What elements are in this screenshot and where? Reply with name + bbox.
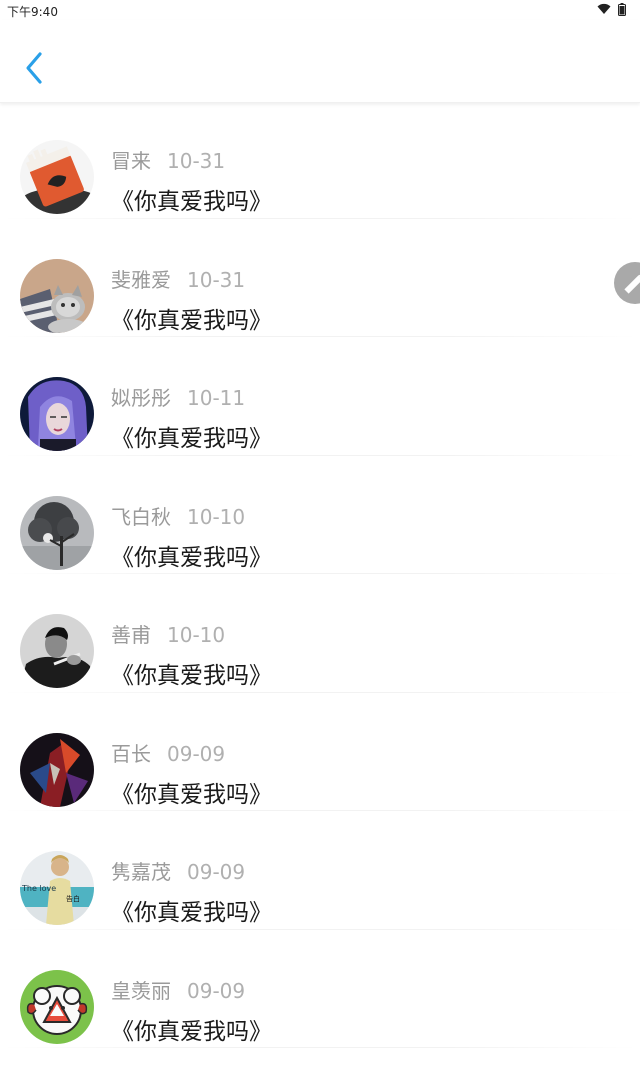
wifi-icon [597,3,611,15]
item-meta: 善甫 10-10 [111,619,225,648]
item-message: 《你真爱我吗》 [111,426,272,452]
avatar-image [20,614,94,688]
avatar-caption: The love [21,884,56,893]
status-time: 下午9:40 [7,5,58,19]
item-message: 《你真爱我吗》 [111,781,272,808]
item-message: 《你真爱我吗》 [111,663,272,689]
list-item[interactable]: 百长 09-09 《你真爱我吗》 [0,693,640,811]
list-item[interactable]: 冒来 10-31 《你真爱我吗》 [0,100,640,219]
avatar-caption: 告白 [66,894,80,903]
avatar-image: The love 告白 [20,851,94,925]
user-name[interactable]: 飞白秋 [111,505,171,529]
list-item[interactable]: The love 告白 隽嘉茂 09-09 《你真爱我吗》 [0,811,640,930]
item-date: 09-09 [187,978,246,1003]
item-meta: 隽嘉茂 09-09 [111,856,245,885]
item-date: 10-31 [167,149,226,173]
compose-button[interactable] [614,262,640,304]
avatar[interactable] [20,495,94,570]
item-date: 10-10 [167,623,226,647]
item-meta: 飞白秋 10-10 [111,501,245,530]
item-date: 10-11 [187,386,246,410]
battery-icon [618,3,626,16]
avatar[interactable] [20,969,94,1044]
item-message: 《你真爱我吗》 [111,900,272,926]
avatar-image [20,140,94,214]
pencil-icon [624,273,640,294]
avatar-image [20,377,94,451]
list-item[interactable]: 飞白秋 10-10 《你真爱我吗》 [0,456,640,574]
avatar[interactable] [20,258,94,333]
avatar-image [20,258,94,333]
item-message: 《你真爱我吗》 [111,544,272,571]
item-date: 10-31 [187,267,246,292]
item-meta: 皇羡丽 09-09 [111,975,245,1004]
user-name[interactable]: 斐雅爱 [111,268,171,292]
item-meta: 百长 09-09 [111,738,225,767]
item-meta: 姒彤彤 10-11 [111,382,245,411]
user-name[interactable]: 善甫 [111,623,151,647]
user-name[interactable]: 姒彤彤 [111,386,171,410]
avatar[interactable] [20,377,94,451]
chevron-left-icon [26,52,42,84]
list-item[interactable]: 善甫 10-10 《你真爱我吗》 [0,574,640,693]
avatar[interactable] [20,732,94,807]
list-item[interactable]: 斐雅爱 10-31 《你真爱我吗》 [0,219,640,337]
user-name[interactable]: 百长 [111,742,151,766]
user-name[interactable]: 冒来 [111,149,151,173]
item-meta: 斐雅爱 10-31 [111,264,245,293]
status-icons [597,3,626,17]
message-list: 冒来 10-31 《你真爱我吗》 斐雅爱 10-31 《你真爱我吗》 姒彤彤 1… [0,100,640,1048]
item-message: 《你真爱我吗》 [111,189,272,215]
avatar-image [20,969,94,1044]
avatar[interactable]: The love 告白 [20,851,94,925]
item-date: 09-09 [167,741,226,766]
avatar-image [20,495,94,570]
item-message: 《你真爱我吗》 [111,307,272,334]
divider [0,1047,640,1048]
item-message: 《你真爱我吗》 [111,1018,272,1045]
list-item[interactable]: 姒彤彤 10-11 《你真爱我吗》 [0,337,640,456]
user-name[interactable]: 皇羡丽 [111,979,171,1003]
user-name[interactable]: 隽嘉茂 [111,860,171,884]
item-meta: 冒来 10-31 [111,145,225,174]
avatar[interactable] [20,140,94,214]
avatar-image [20,732,94,807]
top-bar [0,20,640,103]
item-date: 09-09 [187,860,246,884]
list-item[interactable]: 皇羡丽 09-09 《你真爱我吗》 [0,930,640,1048]
status-bar: 下午9:40 [0,0,640,20]
avatar[interactable] [20,614,94,688]
item-date: 10-10 [187,504,246,529]
back-button[interactable] [20,48,50,88]
